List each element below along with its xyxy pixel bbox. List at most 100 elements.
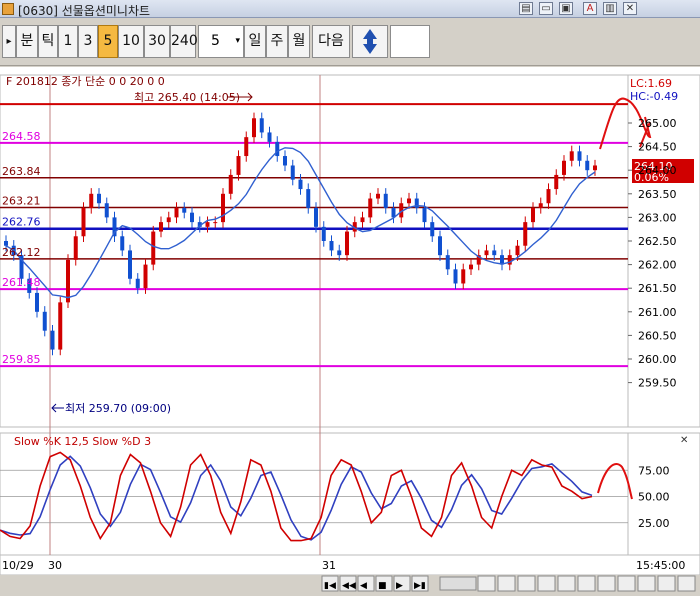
candle-body bbox=[290, 165, 295, 180]
candle-body bbox=[42, 311, 47, 331]
candle-body bbox=[89, 193, 94, 208]
candle-body bbox=[546, 189, 551, 204]
level-label: 262.76 bbox=[2, 216, 41, 229]
layout-icon[interactable]: ▤ bbox=[519, 2, 533, 15]
x-label-30: 30 bbox=[48, 559, 62, 572]
candle-body bbox=[306, 189, 311, 208]
candle-body bbox=[228, 174, 233, 194]
window-icon[interactable]: ▭ bbox=[539, 2, 553, 15]
chart-header: F 201812 종가 단순 0 0 20 0 0 bbox=[6, 75, 165, 88]
candle-body bbox=[445, 255, 450, 270]
period-tick-button[interactable]: 틱 bbox=[38, 25, 58, 58]
candle-body bbox=[345, 231, 349, 256]
stoch-title: Slow %K 12,5 Slow %D 3 bbox=[14, 435, 151, 448]
updown-arrow-icon bbox=[363, 29, 377, 54]
chart-area[interactable]: F 201812 종가 단순 0 0 20 0 0 LC:1.69 HC:-0.… bbox=[0, 67, 700, 593]
candle-body bbox=[236, 156, 241, 175]
interval-1-button[interactable]: 1 bbox=[58, 25, 78, 58]
window-title: [0630] 선물옵션미니차트 bbox=[18, 4, 151, 18]
candle-body bbox=[97, 193, 101, 204]
tool-button[interactable] bbox=[657, 575, 676, 592]
candle-body bbox=[252, 118, 256, 138]
app-icon bbox=[2, 3, 14, 15]
candle-body bbox=[259, 118, 264, 133]
interval-30-button[interactable]: 30 bbox=[144, 25, 170, 58]
tool-button[interactable] bbox=[537, 575, 556, 592]
candle-body bbox=[104, 203, 109, 218]
close-icon[interactable]: ✕ bbox=[623, 2, 637, 15]
candle-body bbox=[283, 156, 287, 166]
period-minute-button[interactable]: 분 bbox=[16, 25, 38, 58]
interval-combo[interactable]: 5 ▾ bbox=[198, 25, 244, 58]
tool-button[interactable] bbox=[477, 575, 496, 592]
next-button[interactable]: 다음 bbox=[312, 25, 350, 58]
period-month-button[interactable]: 월 bbox=[288, 25, 310, 58]
level-label: 259.85 bbox=[2, 353, 41, 366]
scroll-thumb[interactable] bbox=[439, 576, 477, 591]
price-tick-label: 260.50 bbox=[638, 329, 677, 342]
candle-body bbox=[275, 141, 280, 157]
font-icon[interactable]: A bbox=[583, 2, 597, 15]
candle-body bbox=[267, 132, 272, 142]
candle-body bbox=[569, 151, 574, 161]
price-tick-label: 264.00 bbox=[638, 164, 677, 177]
print-icon[interactable]: ▥ bbox=[603, 2, 617, 15]
price-pane bbox=[0, 74, 629, 428]
low-note: 최저 259.70 (09:00) bbox=[65, 402, 171, 415]
candle-body bbox=[376, 193, 380, 199]
tool-button[interactable] bbox=[557, 575, 576, 592]
period-week-button[interactable]: 주 bbox=[266, 25, 288, 58]
candle-body bbox=[337, 250, 342, 256]
x-label-31: 31 bbox=[322, 559, 336, 572]
x-label-1029: 10/29 bbox=[2, 559, 34, 572]
tool-button[interactable] bbox=[577, 575, 596, 592]
candle-body bbox=[531, 207, 535, 223]
candle-body bbox=[174, 207, 179, 218]
chart-svg[interactable]: F 201812 종가 단순 0 0 20 0 0 LC:1.69 HC:-0.… bbox=[0, 67, 700, 593]
candle-body bbox=[81, 207, 86, 237]
candle-body bbox=[120, 236, 125, 251]
interval-10-button[interactable]: 10 bbox=[118, 25, 144, 58]
stoch-tick-label: 50.00 bbox=[638, 491, 670, 504]
candle-body bbox=[585, 160, 590, 171]
candle-body bbox=[407, 198, 411, 204]
candle-body bbox=[368, 198, 373, 218]
tool-button[interactable] bbox=[637, 575, 656, 592]
level-label: 263.21 bbox=[2, 194, 41, 207]
candle-body bbox=[73, 236, 78, 260]
scroll-arrow-icon: ▮◀ bbox=[324, 581, 336, 591]
tool-button[interactable] bbox=[597, 575, 616, 592]
candle-body bbox=[438, 236, 442, 256]
scroll-arrow-icon: ■ bbox=[378, 581, 387, 591]
blank-field[interactable] bbox=[390, 25, 430, 58]
candle-body bbox=[593, 165, 597, 171]
candle-body bbox=[50, 330, 55, 350]
candle-body bbox=[577, 151, 582, 161]
price-tick-label: 262.00 bbox=[638, 259, 677, 272]
candle-body bbox=[213, 222, 218, 224]
tool-button[interactable] bbox=[517, 575, 536, 592]
candle-body bbox=[298, 179, 303, 190]
candle-body bbox=[66, 259, 70, 303]
tool-button[interactable] bbox=[677, 575, 696, 592]
interval-3-button[interactable]: 3 bbox=[78, 25, 98, 58]
stoch-close-icon[interactable]: ✕ bbox=[680, 435, 688, 446]
candle-body bbox=[128, 250, 132, 279]
restore-icon[interactable]: ▣ bbox=[559, 2, 573, 15]
period-day-button[interactable]: 일 bbox=[244, 25, 266, 58]
tool-button[interactable] bbox=[617, 575, 636, 592]
candle-body bbox=[329, 241, 334, 251]
interval-240-button[interactable]: 240 bbox=[170, 25, 198, 58]
candle-body bbox=[430, 222, 435, 237]
price-tick-label: 261.00 bbox=[638, 306, 677, 319]
tool-button[interactable] bbox=[497, 575, 516, 592]
scroll-arrow-icon: ◀ bbox=[360, 581, 367, 591]
candle-body bbox=[151, 231, 156, 265]
scroll-arrow-icon: ▶▮ bbox=[414, 581, 426, 591]
scroll-updown-button[interactable] bbox=[352, 25, 388, 58]
expand-arrow-button[interactable]: ▸ bbox=[2, 25, 16, 58]
interval-value: 5 bbox=[211, 33, 220, 49]
candle-body bbox=[221, 193, 225, 223]
interval-5-button[interactable]: 5 bbox=[98, 25, 118, 58]
candle-body bbox=[35, 292, 39, 312]
